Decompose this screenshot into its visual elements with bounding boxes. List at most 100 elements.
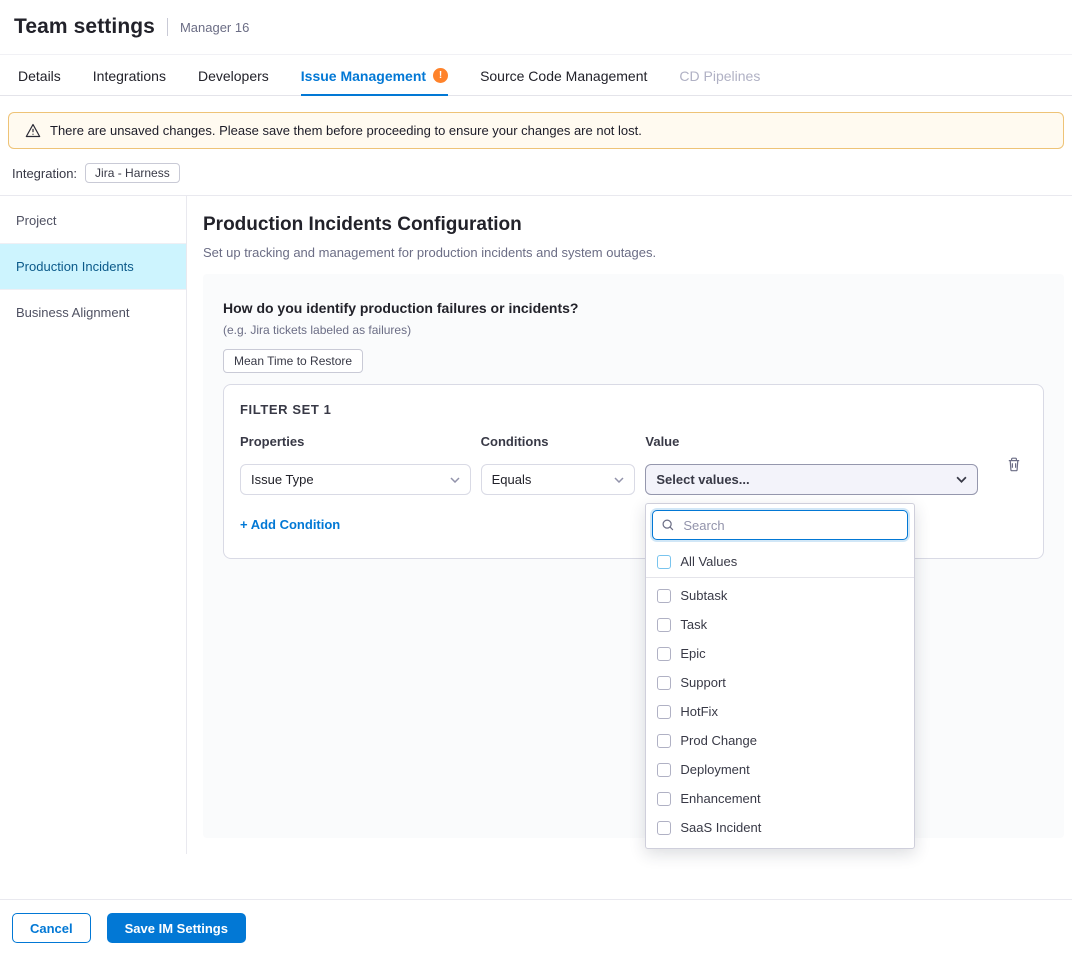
checkbox[interactable] xyxy=(657,821,671,835)
page-title: Team settings xyxy=(14,15,155,39)
trash-icon xyxy=(1006,456,1022,473)
configuration-panel: How do you identify production failures … xyxy=(203,274,1064,838)
filter-condition-row: Properties Issue Type Conditions Equals xyxy=(240,434,1027,495)
option-label: Deployment xyxy=(680,762,749,777)
warning-triangle-icon xyxy=(25,123,41,138)
integration-label: Integration: xyxy=(12,166,77,181)
properties-column: Properties Issue Type xyxy=(240,434,471,495)
search-input[interactable] xyxy=(681,517,899,534)
dropdown-option-subtask[interactable]: Subtask xyxy=(646,581,914,610)
tab-developers[interactable]: Developers xyxy=(198,55,269,96)
checkbox[interactable] xyxy=(657,589,671,603)
checkbox[interactable] xyxy=(657,647,671,661)
all-values-checkbox[interactable] xyxy=(657,555,671,569)
sidebar-item-business-alignment[interactable]: Business Alignment xyxy=(0,290,186,335)
dropdown-option-prod-change[interactable]: Prod Change xyxy=(646,726,914,755)
checkbox[interactable] xyxy=(657,734,671,748)
footer-actions: Cancel Save IM Settings xyxy=(0,899,1072,956)
add-condition-button[interactable]: + Add Condition xyxy=(240,517,340,532)
chevron-down-icon xyxy=(450,477,460,483)
option-label: Subtask xyxy=(680,588,727,603)
tab-source-code-management[interactable]: Source Code Management xyxy=(480,55,647,96)
chevron-down-icon xyxy=(956,476,967,483)
tab-bar: Details Integrations Developers Issue Ma… xyxy=(0,55,1072,96)
sidebar-item-label: Project xyxy=(16,213,56,228)
checkbox[interactable] xyxy=(657,792,671,806)
title-separator xyxy=(167,18,168,36)
option-label: Enhancement xyxy=(680,791,760,806)
chevron-down-icon xyxy=(614,477,624,483)
team-settings-page: Team settings Manager 16 Details Integra… xyxy=(0,0,1072,956)
search-icon xyxy=(661,518,675,532)
integration-row: Integration: Jira - Harness xyxy=(0,161,1072,195)
tab-label: Source Code Management xyxy=(480,68,647,84)
banner-text: There are unsaved changes. Please save t… xyxy=(50,123,642,138)
option-all-values[interactable]: All Values xyxy=(646,546,914,578)
sidebar-item-production-incidents[interactable]: Production Incidents xyxy=(0,244,186,290)
tab-label: Details xyxy=(18,68,61,84)
sidebar-item-label: Business Alignment xyxy=(16,305,129,320)
question-hint: (e.g. Jira tickets labeled as failures) xyxy=(223,323,1044,337)
content-area: Project Production Incidents Business Al… xyxy=(0,196,1072,899)
checkbox[interactable] xyxy=(657,676,671,690)
checkbox[interactable] xyxy=(657,763,671,777)
tab-label: CD Pipelines xyxy=(679,68,760,84)
dropdown-options-list: Subtask Task Epic xyxy=(646,581,914,849)
condition-select-value: Equals xyxy=(492,472,532,487)
tab-details[interactable]: Details xyxy=(18,55,61,96)
property-select[interactable]: Issue Type xyxy=(240,464,471,495)
filter-set-title: FILTER SET 1 xyxy=(240,402,1027,417)
delete-filter-button[interactable] xyxy=(1001,449,1027,480)
header: Team settings Manager 16 xyxy=(0,0,1072,55)
option-label: Task xyxy=(680,617,707,632)
dropdown-option-task[interactable]: Task xyxy=(646,610,914,639)
value-select[interactable]: Select values... xyxy=(645,464,977,495)
question-heading: How do you identify production failures … xyxy=(223,300,1044,316)
column-label-value: Value xyxy=(645,434,977,449)
save-im-settings-button[interactable]: Save IM Settings xyxy=(107,913,246,943)
value-select-placeholder: Select values... xyxy=(656,472,749,487)
option-label: Support xyxy=(680,675,726,690)
column-label-conditions: Conditions xyxy=(481,434,636,449)
sidebar-item-label: Production Incidents xyxy=(16,259,134,274)
conditions-column: Conditions Equals xyxy=(481,434,636,495)
dropdown-option-customer-notification[interactable]: Customer Notification xyxy=(646,842,914,849)
cancel-button[interactable]: Cancel xyxy=(12,913,91,943)
main-section: Production Incidents Configuration Set u… xyxy=(187,196,1072,899)
metric-chip-mean-time-to-restore[interactable]: Mean Time to Restore xyxy=(223,349,363,373)
settings-sidebar: Project Production Incidents Business Al… xyxy=(0,196,187,854)
checkbox[interactable] xyxy=(657,618,671,632)
dropdown-option-deployment[interactable]: Deployment xyxy=(646,755,914,784)
integration-chip[interactable]: Jira - Harness xyxy=(85,163,180,183)
dropdown-option-support[interactable]: Support xyxy=(646,668,914,697)
condition-select[interactable]: Equals xyxy=(481,464,636,495)
tab-label: Integrations xyxy=(93,68,166,84)
checkbox[interactable] xyxy=(657,705,671,719)
dropdown-option-hotfix[interactable]: HotFix xyxy=(646,697,914,726)
value-column: Value Select values... xyxy=(645,434,977,495)
tab-label: Issue Management xyxy=(301,68,426,84)
option-label: Prod Change xyxy=(680,733,757,748)
page-subtitle: Manager 16 xyxy=(180,20,249,35)
tab-label: Developers xyxy=(198,68,269,84)
row-actions-column xyxy=(988,434,1027,495)
dropdown-option-saas-incident[interactable]: SaaS Incident xyxy=(646,813,914,842)
property-select-value: Issue Type xyxy=(251,472,314,487)
tab-cd-pipelines: CD Pipelines xyxy=(679,55,760,96)
value-dropdown: All Values Subtask Task xyxy=(645,503,915,849)
option-label: HotFix xyxy=(680,704,718,719)
filter-set-card: FILTER SET 1 Properties Issue Type Condi… xyxy=(223,384,1044,559)
unsaved-changes-banner: There are unsaved changes. Please save t… xyxy=(8,112,1064,149)
tab-issue-management[interactable]: Issue Management ! xyxy=(301,55,448,96)
warning-badge-icon: ! xyxy=(433,68,448,83)
section-subtitle: Set up tracking and management for produ… xyxy=(203,245,1064,260)
dropdown-search xyxy=(652,510,908,540)
dropdown-option-epic[interactable]: Epic xyxy=(646,639,914,668)
dropdown-option-enhancement[interactable]: Enhancement xyxy=(646,784,914,813)
tab-integrations[interactable]: Integrations xyxy=(93,55,166,96)
sidebar-item-project[interactable]: Project xyxy=(0,198,186,244)
column-label-properties: Properties xyxy=(240,434,471,449)
section-title: Production Incidents Configuration xyxy=(203,214,1064,236)
option-label: Epic xyxy=(680,646,705,661)
option-label: SaaS Incident xyxy=(680,820,761,835)
